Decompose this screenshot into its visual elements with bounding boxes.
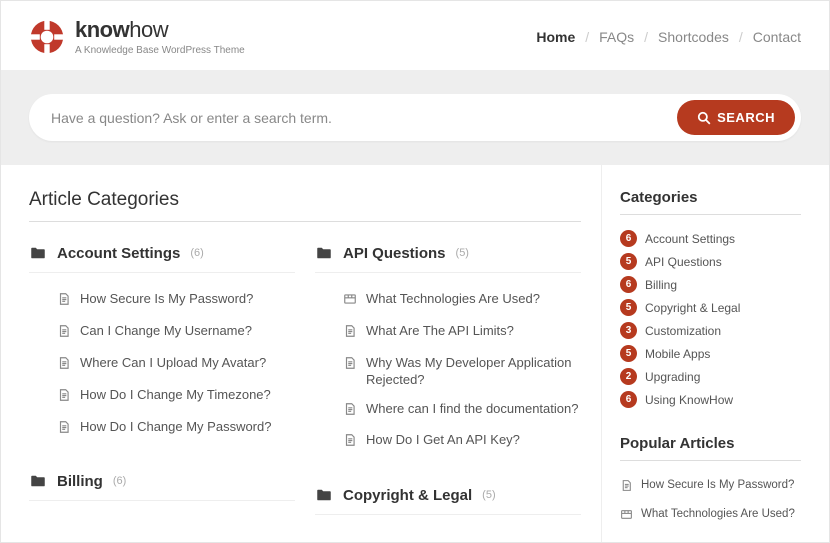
logo-tagline: A Knowledge Base WordPress Theme	[75, 45, 245, 56]
lifebuoy-icon	[29, 19, 65, 55]
article-title: Why Was My Developer Application Rejecte…	[366, 355, 581, 389]
video-icon	[343, 291, 357, 311]
top-nav: Home / FAQs / Shortcodes / Contact	[536, 29, 801, 45]
sidebar: Categories 6 Account Settings 5 API Questio…	[601, 165, 801, 543]
article-link[interactable]: How Do I Change My Timezone?	[57, 381, 295, 413]
count-badge: 2	[620, 368, 637, 385]
sidebar-category-item[interactable]: 5 Copyright & Legal	[620, 296, 801, 319]
document-icon	[57, 419, 71, 439]
article-link[interactable]: How Do I Get An API Key?	[343, 426, 581, 458]
sidebar-category-item[interactable]: 3 Customization	[620, 319, 801, 342]
logo[interactable]: knowhow A Knowledge Base WordPress Theme	[29, 17, 245, 56]
count-badge: 5	[620, 345, 637, 362]
sidebar-category-item[interactable]: 6 Account Settings	[620, 227, 801, 250]
popular-article-link[interactable]: What Technologies Are Used?	[620, 502, 801, 531]
document-icon	[57, 387, 71, 407]
article-link[interactable]: What Are The API Limits?	[343, 317, 581, 349]
category-name: Copyright & Legal	[343, 487, 472, 504]
count-badge: 3	[620, 322, 637, 339]
sidebar-category-label: Upgrading	[645, 370, 700, 384]
logo-title: knowhow	[75, 17, 245, 43]
search-button[interactable]: SEARCH	[677, 100, 795, 135]
document-icon	[620, 478, 633, 497]
main-content: Article Categories Account Settings (6) H…	[29, 165, 601, 543]
sidebar-category-label: Copyright & Legal	[645, 301, 740, 315]
article-link[interactable]: How Do I Change My Password?	[57, 413, 295, 445]
sidebar-category-label: API Questions	[645, 255, 722, 269]
section-title: Article Categories	[29, 189, 581, 222]
article-title: Where Can I Upload My Avatar?	[80, 355, 266, 372]
article-link[interactable]: Where can I find the documentation?	[343, 395, 581, 427]
nav-shortcodes[interactable]: Shortcodes	[658, 29, 729, 45]
article-title: How Secure Is My Password?	[80, 291, 253, 308]
document-icon	[57, 323, 71, 343]
sidebar-category-label: Customization	[645, 324, 721, 338]
category-count: (5)	[482, 489, 495, 501]
video-icon	[620, 507, 633, 526]
category-name: API Questions	[343, 245, 446, 262]
category-name: Billing	[57, 473, 103, 490]
category-count: (6)	[190, 247, 203, 259]
category-count: (5)	[456, 247, 469, 259]
count-badge: 6	[620, 391, 637, 408]
sidebar-categories-title: Categories	[620, 189, 801, 215]
sidebar-category-label: Billing	[645, 278, 677, 292]
category-heading[interactable]: Billing (6)	[29, 472, 295, 501]
article-title: Where can I find the documentation?	[366, 401, 578, 418]
search-icon	[697, 111, 711, 125]
article-title: How Do I Get An API Key?	[366, 432, 520, 449]
document-icon	[343, 401, 357, 421]
document-icon	[57, 291, 71, 311]
article-title: What Are The API Limits?	[366, 323, 514, 340]
count-badge: 6	[620, 230, 637, 247]
category-count: (6)	[113, 475, 126, 487]
count-badge: 5	[620, 253, 637, 270]
category-heading[interactable]: Account Settings (6)	[29, 244, 295, 273]
category-name: Account Settings	[57, 245, 180, 262]
sidebar-category-label: Account Settings	[645, 232, 735, 246]
sidebar-category-item[interactable]: 5 API Questions	[620, 250, 801, 273]
document-icon	[57, 355, 71, 375]
nav-home[interactable]: Home	[536, 29, 575, 45]
nav-faqs[interactable]: FAQs	[599, 29, 634, 45]
nav-contact[interactable]: Contact	[753, 29, 801, 45]
sidebar-category-item[interactable]: 5 Mobile Apps	[620, 342, 801, 365]
category-heading[interactable]: API Questions (5)	[315, 244, 581, 273]
article-link[interactable]: Why Was My Developer Application Rejecte…	[343, 349, 581, 395]
article-title: How Do I Change My Timezone?	[80, 387, 271, 404]
article-link[interactable]: What Technologies Are Used?	[343, 285, 581, 317]
count-badge: 5	[620, 299, 637, 316]
sidebar-category-item[interactable]: 6 Billing	[620, 273, 801, 296]
article-title: What Technologies Are Used?	[366, 291, 540, 308]
sidebar-category-label: Using KnowHow	[645, 393, 733, 407]
header: knowhow A Knowledge Base WordPress Theme…	[1, 1, 829, 70]
sidebar-popular-title: Popular Articles	[620, 435, 801, 461]
sidebar-category-item[interactable]: 6 Using KnowHow	[620, 388, 801, 411]
search-box: SEARCH	[29, 94, 801, 141]
document-icon	[343, 323, 357, 343]
category-heading[interactable]: Copyright & Legal (5)	[315, 486, 581, 515]
article-link[interactable]: Can I Change My Username?	[57, 317, 295, 349]
popular-article-link[interactable]: How Secure Is My Password?	[620, 473, 801, 502]
document-icon	[343, 355, 357, 375]
article-title: Can I Change My Username?	[80, 323, 252, 340]
sidebar-category-label: Mobile Apps	[645, 347, 710, 361]
popular-article-title: How Secure Is My Password?	[641, 478, 794, 493]
search-input[interactable]	[51, 110, 677, 126]
article-link[interactable]: How Secure Is My Password?	[57, 285, 295, 317]
article-title: How Do I Change My Password?	[80, 419, 271, 436]
article-link[interactable]: Where Can I Upload My Avatar?	[57, 349, 295, 381]
document-icon	[343, 432, 357, 452]
count-badge: 6	[620, 276, 637, 293]
popular-article-title: What Technologies Are Used?	[641, 507, 795, 522]
search-strip: SEARCH	[1, 70, 829, 165]
sidebar-category-item[interactable]: 2 Upgrading	[620, 365, 801, 388]
